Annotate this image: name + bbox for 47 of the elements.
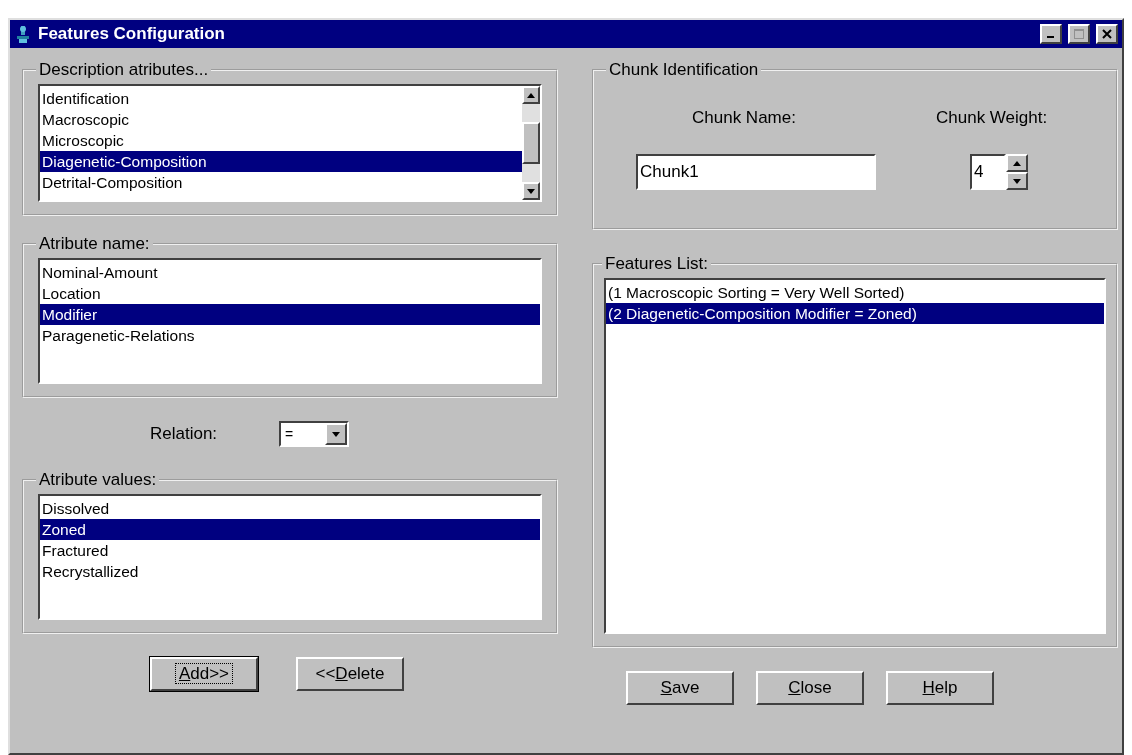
group-label: Features List: — [604, 254, 709, 274]
scroll-down-icon[interactable] — [522, 182, 540, 200]
window-title: Features Configuration — [38, 24, 226, 44]
list-item[interactable]: Dissolved — [40, 498, 540, 519]
list-box[interactable]: Identification Macroscopic Microscopic Diagenetic-Composition Detrital-Composition — [38, 84, 542, 202]
scroll-up-icon[interactable] — [522, 86, 540, 104]
spin-down-icon[interactable] — [1006, 172, 1028, 190]
dialog-button[interactable]: Help — [886, 671, 994, 705]
list-item[interactable]: Detrital-Composition — [40, 172, 522, 193]
chunk-name-label: Chunk Name: — [691, 108, 797, 128]
group-label: Chunk Identification — [608, 60, 760, 80]
list-box[interactable]: Dissolved Zoned Fractured Recrystallized — [38, 494, 542, 620]
chunk-weight-field[interactable]: 4 — [970, 154, 1006, 190]
dialog-button[interactable]: Close — [756, 671, 864, 705]
chunk-name-field[interactable]: Chunk1 — [636, 154, 876, 190]
minimize-button[interactable] — [1040, 24, 1062, 44]
list-item[interactable]: Recrystallized — [40, 561, 540, 582]
list-box[interactable]: (1 Macroscopic Sorting = Very Well Sorted) (2 Diagenetic-Composition Modifier = Zoned) — [604, 278, 1106, 634]
relation-dropdown[interactable]: = — [279, 421, 350, 447]
list-item[interactable]: (1 Macroscopic Sorting = Very Well Sorted) — [606, 282, 1104, 303]
close-icon — [1102, 29, 1112, 39]
maximize-icon — [1074, 29, 1084, 39]
list-item[interactable]: Nominal-Amount — [40, 262, 540, 283]
scrollbar[interactable] — [522, 86, 540, 200]
list-item[interactable]: Fractured — [40, 540, 540, 561]
group-label: Atribute values: — [38, 470, 158, 490]
close-button[interactable] — [1096, 24, 1118, 44]
relation-label: Relation: — [150, 424, 218, 444]
list-item[interactable]: Microscopic — [40, 130, 522, 151]
list-item[interactable]: (2 Diagenetic-Composition Modifier = Zoned) — [606, 303, 1104, 324]
list-item[interactable]: Diagenetic-Composition — [40, 151, 522, 172]
chunk-weight-label: Chunk Weight: — [936, 108, 1049, 128]
dialog-button[interactable]: Add>> — [150, 657, 258, 691]
group-label: Atribute name: — [38, 234, 151, 254]
group-label: Description atributes... — [38, 60, 210, 80]
spin-up-icon[interactable] — [1006, 154, 1028, 172]
list-item[interactable]: Zoned — [40, 519, 540, 540]
list-item[interactable]: Modifier — [40, 304, 540, 325]
maximize-button[interactable] — [1068, 24, 1090, 44]
dialog-button[interactable]: Save — [626, 671, 734, 705]
app-icon — [14, 24, 32, 44]
list-item[interactable]: Identification — [40, 88, 522, 109]
list-item[interactable]: Location — [40, 283, 540, 304]
dialog-button[interactable]: <<Delete — [296, 657, 404, 691]
list-box[interactable]: Nominal-Amount Location Modifier Paragenetic-Relations — [38, 258, 542, 384]
list-item[interactable]: Macroscopic — [40, 109, 522, 130]
list-item[interactable]: Paragenetic-Relations — [40, 325, 540, 346]
